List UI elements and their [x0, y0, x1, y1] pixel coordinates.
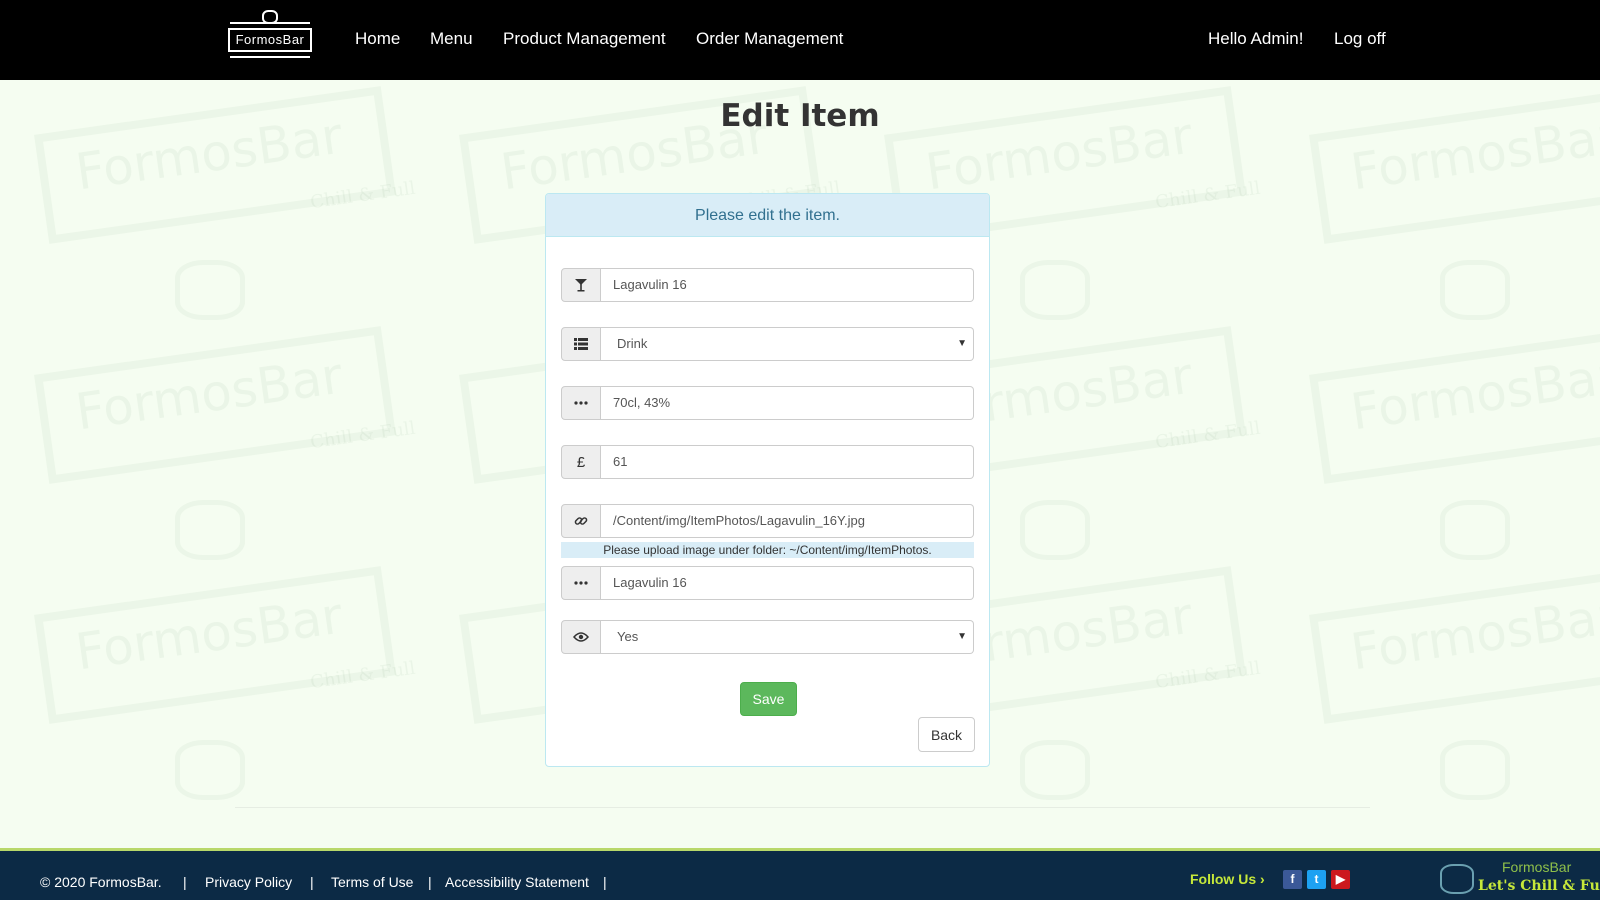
watermark-barrel	[1440, 740, 1510, 800]
link-icon	[561, 504, 601, 538]
footer-separator: |	[183, 874, 187, 890]
top-navbar: FormosBar Home Menu Product Management O…	[0, 0, 1600, 80]
logoff-link[interactable]: Log off	[1334, 29, 1386, 49]
name-input-group: Lagavulin 16	[561, 268, 974, 302]
nav-product-management-link[interactable]: Product Management	[503, 29, 666, 49]
page-footer: © 2020 FormosBar. | Privacy Policy | Ter…	[0, 848, 1600, 900]
footer-separator: |	[428, 874, 432, 890]
image-upload-hint: Please upload image under folder: ~/Cont…	[561, 542, 974, 558]
footer-separator: |	[310, 874, 314, 890]
ellipsis-icon	[561, 386, 601, 420]
chevron-down-icon: ▼	[957, 338, 967, 349]
terms-of-use-link[interactable]: Terms of Use	[331, 874, 413, 890]
visible-select[interactable]: Yes ▼	[601, 620, 974, 654]
alt-text-input[interactable]: Lagavulin 16	[601, 566, 974, 600]
pound-icon: £	[561, 445, 601, 479]
watermark-barrel	[1020, 500, 1090, 560]
divider	[235, 807, 1370, 808]
barrel-logo-icon	[1440, 864, 1474, 894]
user-greeting-link[interactable]: Hello Admin!	[1208, 29, 1303, 49]
twitter-icon[interactable]: t	[1307, 870, 1326, 889]
page-title: Edit Item	[720, 98, 880, 134]
brand-name: FormosBar	[235, 32, 305, 47]
watermark-barrel	[175, 260, 245, 320]
footer-tagline: Let's Chill & Full	[1478, 878, 1600, 894]
visible-value: Yes	[617, 629, 639, 644]
list-icon	[561, 327, 601, 361]
visible-input-group: Yes ▼	[561, 620, 974, 654]
chevron-right-icon: ›	[1260, 871, 1265, 887]
footer-separator: |	[603, 874, 607, 890]
nav-order-management-link[interactable]: Order Management	[696, 29, 843, 49]
description-input[interactable]: 70cl, 43%	[601, 386, 974, 420]
ellipsis-icon	[561, 566, 601, 600]
watermark-barrel	[1020, 260, 1090, 320]
image-input-group: /Content/img/ItemPhotos/Lagavulin_16Y.jp…	[561, 504, 974, 538]
image-path-input[interactable]: /Content/img/ItemPhotos/Lagavulin_16Y.jp…	[601, 504, 974, 538]
watermark-barrel	[1440, 260, 1510, 320]
privacy-policy-link[interactable]: Privacy Policy	[205, 874, 292, 890]
edit-item-panel: Please edit the item. Lagavulin 16 Drink…	[545, 193, 990, 767]
watermark-barrel	[1440, 500, 1510, 560]
item-name-input[interactable]: Lagavulin 16	[601, 268, 974, 302]
panel-heading: Please edit the item.	[546, 194, 989, 237]
accessibility-statement-link[interactable]: Accessibility Statement	[445, 874, 589, 890]
facebook-icon[interactable]: f	[1283, 870, 1302, 889]
alt-input-group: Lagavulin 16	[561, 566, 974, 600]
logo-line	[230, 22, 310, 24]
footer-brand-name: FormosBar	[1502, 859, 1572, 875]
nav-menu-link[interactable]: Menu	[430, 29, 473, 49]
watermark-barrel	[175, 740, 245, 800]
chevron-down-icon: ▼	[957, 631, 967, 642]
logo-line	[230, 56, 310, 58]
price-input-group: £ 61	[561, 445, 974, 479]
category-select[interactable]: Drink ▼	[601, 327, 974, 361]
save-button[interactable]: Save	[740, 682, 797, 716]
watermark-barrel	[1020, 740, 1090, 800]
brand-logo[interactable]: FormosBar	[228, 10, 312, 60]
cocktail-icon	[561, 268, 601, 302]
follow-us-text: Follow Us	[1190, 871, 1257, 887]
watermark-barrel	[175, 500, 245, 560]
category-input-group: Drink ▼	[561, 327, 974, 361]
eye-icon	[561, 620, 601, 654]
nav-home-link[interactable]: Home	[355, 29, 400, 49]
copyright-text: © 2020 FormosBar.	[40, 874, 162, 890]
description-input-group: 70cl, 43%	[561, 386, 974, 420]
follow-us-label: Follow Us ›	[1190, 871, 1265, 887]
category-value: Drink	[617, 336, 648, 351]
back-button[interactable]: Back	[918, 717, 975, 752]
youtube-icon[interactable]: ▶	[1331, 870, 1350, 889]
price-input[interactable]: 61	[601, 445, 974, 479]
